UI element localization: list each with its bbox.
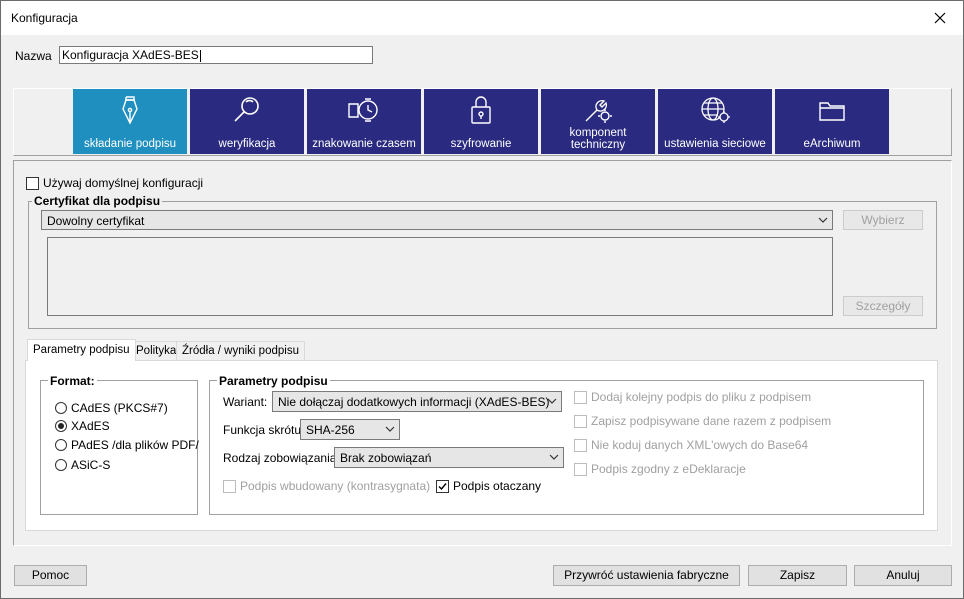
hash-select-value: SHA-256 xyxy=(306,423,355,437)
choose-certificate-button[interactable]: Wybierz xyxy=(843,210,923,230)
certificate-select[interactable]: Dowolny certyfikat xyxy=(41,210,833,230)
option-add-signature-checkbox[interactable] xyxy=(574,390,587,404)
use-default-checkbox[interactable] xyxy=(26,176,39,190)
enveloping-signature-row[interactable]: Podpis otaczany xyxy=(436,479,541,493)
tile-label: znakowanie czasem xyxy=(312,138,416,150)
variant-select[interactable]: Nie dołączaj dodatkowych informacji (XAd… xyxy=(272,391,562,412)
chevron-down-icon xyxy=(385,426,395,432)
tile-network-settings[interactable]: ustawienia sieciowe xyxy=(658,89,772,154)
tile-earchive[interactable]: eArchiwum xyxy=(775,89,889,154)
option-edeklaracje-checkbox[interactable] xyxy=(574,462,587,476)
tile-verification[interactable]: weryfikacja xyxy=(190,89,304,154)
magnifier-icon xyxy=(234,97,259,122)
tile-label: szyfrowanie xyxy=(450,138,512,150)
tile-label: eArchiwum xyxy=(803,138,861,150)
title-bar: Konfiguracja xyxy=(1,1,963,35)
save-button[interactable]: Zapisz xyxy=(748,565,847,586)
clock-icon xyxy=(348,98,378,122)
name-input[interactable]: Konfiguracja XAdES-BES xyxy=(59,46,373,64)
option-no-base64-checkbox[interactable] xyxy=(574,438,587,452)
option-label: Dodaj kolejny podpis do pliku z podpisem xyxy=(591,390,812,404)
option-label: Podpis zgodny z eDeklaracje xyxy=(591,462,746,476)
option-label: Nie koduj danych XML'owych do Base64 xyxy=(591,438,809,452)
variant-select-value: Nie dołączaj dodatkowych informacji (XAd… xyxy=(278,395,550,409)
checkmark-icon xyxy=(438,482,447,490)
hash-select[interactable]: SHA-256 xyxy=(300,419,400,440)
subtab-sources-results[interactable]: Źródła / wyniki podpisu xyxy=(176,341,305,360)
lock-icon xyxy=(471,96,491,124)
commitment-select[interactable]: Brak zobowiązań xyxy=(334,447,564,468)
chevron-down-icon xyxy=(549,454,559,460)
radio-cades[interactable] xyxy=(55,402,67,414)
config-window: Konfiguracja Nazwa Konfiguracja XAdES-BE… xyxy=(0,0,964,599)
tile-timestamp[interactable]: znakowanie czasem xyxy=(307,89,421,154)
enveloping-signature-checkbox[interactable] xyxy=(436,479,449,493)
help-button[interactable]: Pomoc xyxy=(14,565,87,586)
format-option-cades[interactable]: CAdES (PKCS#7) xyxy=(55,401,168,415)
close-icon xyxy=(934,12,946,24)
option-row[interactable]: Podpis zgodny z eDeklaracje xyxy=(574,462,746,476)
tile-label: składanie podpisu xyxy=(83,138,177,150)
params-legend: Parametry podpisu xyxy=(217,374,330,388)
embedded-signature-row[interactable]: Podpis wbudowany (kontrasygnata) xyxy=(223,479,430,493)
tile-technical-component[interactable]: komponent techniczny xyxy=(541,89,655,154)
certificate-details-box xyxy=(47,237,833,316)
tile-signing[interactable]: składanie podpisu xyxy=(73,89,187,154)
option-row[interactable]: Dodaj kolejny podpis do pliku z podpisem xyxy=(574,390,811,404)
chevron-down-icon xyxy=(818,217,828,223)
tile-encryption[interactable]: szyfrowanie xyxy=(424,89,538,154)
option-row[interactable]: Nie koduj danych XML'owych do Base64 xyxy=(574,438,808,452)
close-button[interactable] xyxy=(917,1,963,35)
format-option-pades[interactable]: PAdES /dla plików PDF/ xyxy=(55,438,199,452)
commitment-select-value: Brak zobowiązań xyxy=(340,451,432,465)
chevron-down-icon xyxy=(547,398,557,404)
radio-label: XAdES xyxy=(71,419,110,433)
pen-nib-icon xyxy=(122,96,138,125)
tile-label: ustawienia sieciowe xyxy=(664,138,766,150)
format-option-xades[interactable]: XAdES xyxy=(55,419,110,433)
tile-label: weryfikacja xyxy=(218,138,276,150)
name-label: Nazwa xyxy=(15,49,52,63)
use-default-row[interactable]: Używaj domyślnej konfiguracji xyxy=(26,176,203,190)
radio-label: PAdES /dla plików PDF/ xyxy=(71,438,199,452)
folder-icon xyxy=(819,102,845,121)
commitment-label: Rodzaj zobowiązania: xyxy=(223,451,340,465)
radio-pades[interactable] xyxy=(55,439,67,451)
subtab-policy[interactable]: Polityka xyxy=(130,341,183,360)
embedded-signature-label: Podpis wbudowany (kontrasygnata) xyxy=(240,479,431,493)
certificate-select-value: Dowolny certyfikat xyxy=(47,214,145,228)
radio-label: ASiC-S xyxy=(71,458,111,472)
use-default-label: Używaj domyślnej konfiguracji xyxy=(43,176,204,190)
certificate-details-button[interactable]: Szczegóły xyxy=(843,296,923,316)
globe-gear-icon xyxy=(701,97,730,123)
radio-xades[interactable] xyxy=(55,420,67,432)
name-input-value: Konfiguracja XAdES-BES xyxy=(62,48,199,62)
format-legend: Format: xyxy=(48,374,97,388)
enveloping-signature-label: Podpis otaczany xyxy=(453,479,542,493)
certificate-legend: Certyfikat dla podpisu xyxy=(32,194,163,208)
restore-defaults-button[interactable]: Przywróć ustawienia fabryczne xyxy=(553,565,740,586)
option-row[interactable]: Zapisz podpisywane dane razem z podpisem xyxy=(574,414,831,428)
window-title: Konfiguracja xyxy=(11,11,78,25)
embedded-signature-checkbox[interactable] xyxy=(223,479,236,493)
radio-label: CAdES (PKCS#7) xyxy=(71,401,168,415)
format-option-asics[interactable]: ASiC-S xyxy=(55,458,110,472)
tile-label: komponent techniczny xyxy=(569,127,627,151)
option-label: Zapisz podpisywane dane razem z podpisem xyxy=(591,414,832,428)
hash-label: Funkcja skrótu: xyxy=(223,423,305,437)
subtab-signature-params[interactable]: Parametry podpisu xyxy=(27,339,136,361)
variant-label: Wariant: xyxy=(223,395,268,409)
cancel-button[interactable]: Anuluj xyxy=(854,565,952,586)
radio-asics[interactable] xyxy=(55,459,67,471)
wrench-gear-icon xyxy=(585,99,612,123)
option-save-data-checkbox[interactable] xyxy=(574,414,587,428)
